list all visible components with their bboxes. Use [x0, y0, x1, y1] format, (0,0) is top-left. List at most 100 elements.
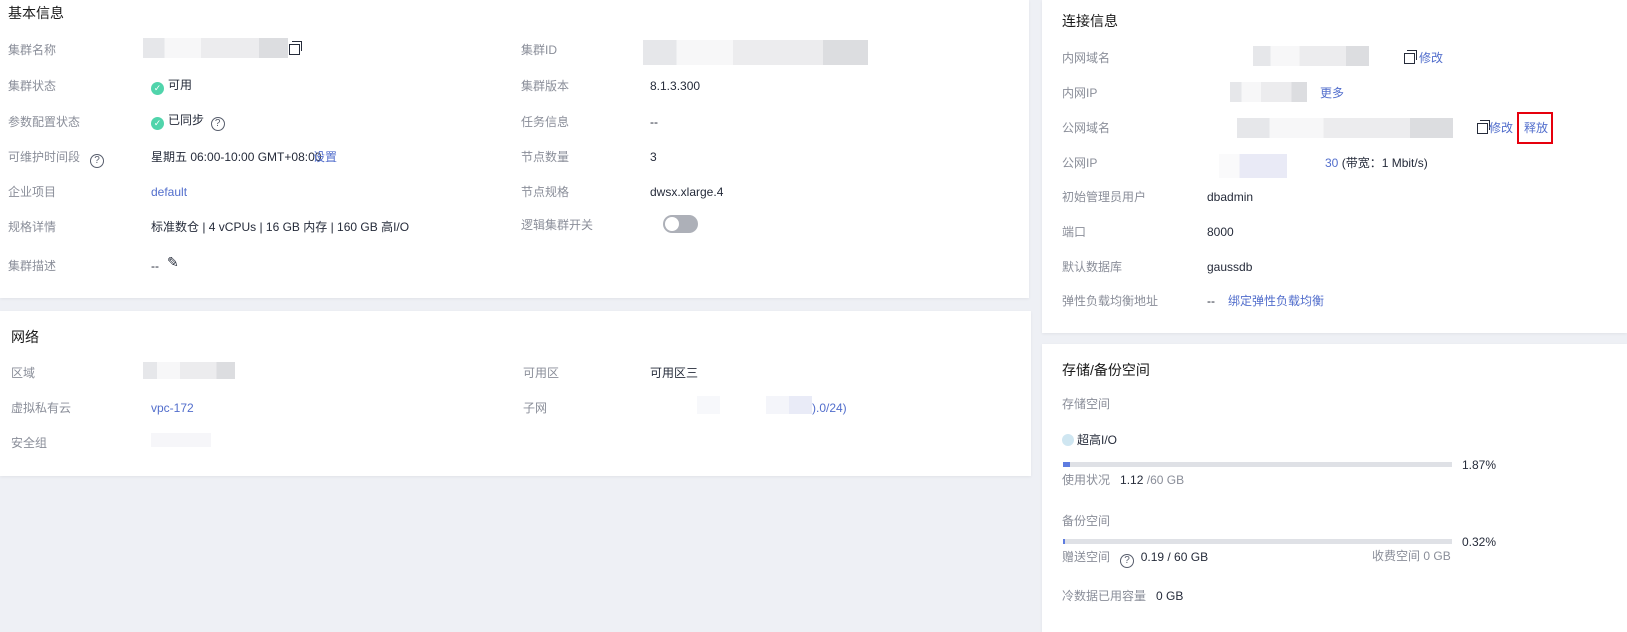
network-card: 网络 区域 可用区 可用区三 虚拟私有云 vpc-172 子网 ).0/24) … [0, 311, 1031, 476]
maint-set-link[interactable]: 设置 [313, 149, 337, 165]
az-value: 可用区三 [650, 366, 699, 380]
subnet-link[interactable]: ).0/24) [812, 400, 847, 416]
param-status-text: 已同步 [168, 113, 205, 127]
copy-icon[interactable] [1477, 120, 1491, 134]
backup-progress-fill [1063, 539, 1065, 544]
bandwidth-text: (带宽：1 Mbit/s) [1341, 156, 1428, 170]
cold-label: 冷数据已用容量 [1062, 589, 1147, 603]
free-value: 0.19 / 60 GB [1140, 550, 1209, 564]
cluster-status-text: 可用 [168, 78, 193, 92]
db-label: 默认数据库 [1062, 260, 1123, 274]
public-domain-redacted [1237, 118, 1453, 138]
more-link[interactable]: 更多 [1320, 85, 1344, 101]
usage-label: 使用状况 [1062, 473, 1111, 487]
help-icon[interactable]: ? [90, 154, 105, 168]
storage-type-text: 超高I/O [1077, 433, 1118, 447]
task-value: -- [650, 115, 658, 129]
bind-elb-link[interactable]: 绑定弹性负载均衡 [1228, 293, 1324, 309]
private-ip-redacted [1230, 82, 1307, 102]
param-status-label: 参数配置状态 [8, 115, 81, 129]
logical-cluster-toggle[interactable] [663, 215, 698, 233]
vpc-label: 虚拟私有云 [11, 401, 72, 415]
project-link[interactable]: default [151, 184, 187, 200]
check-circle-icon: ✓ [151, 117, 164, 130]
security-group-label: 安全组 [11, 436, 48, 450]
storage-progress-fill [1063, 462, 1071, 467]
public-domain-modify[interactable]: 修改 [1489, 120, 1513, 136]
public-ip-redacted [1219, 154, 1287, 178]
copy-icon[interactable] [289, 41, 302, 55]
version-value: 8.1.3.300 [650, 79, 701, 93]
admin-label: 初始管理员用户 [1062, 190, 1147, 204]
help-icon[interactable]: ? [210, 117, 225, 131]
paid-value: 0 GB [1423, 549, 1451, 563]
network-title: 网络 [11, 329, 39, 345]
cluster-id-label: 集群ID [521, 43, 558, 57]
connection-card: 连接信息 内网域名 修改 内网IP 更多 公网域名 修改 释放 公网IP 30 … [1042, 0, 1627, 333]
subnet-redacted [697, 396, 812, 414]
vpc-link[interactable]: vpc-172 [151, 400, 194, 416]
backup-percent: 0.32% [1462, 535, 1497, 549]
cluster-name-label: 集群名称 [8, 43, 57, 57]
paid-space: 收费空间 0 GB [1372, 548, 1451, 564]
task-label: 任务信息 [521, 115, 570, 129]
storage-space-label: 存储空间 [1062, 397, 1111, 411]
public-ip-value: 30 (带宽：1 Mbit/s) [1325, 155, 1428, 171]
maint-label-text: 可维护时间段 [8, 150, 81, 164]
public-ip-label: 公网IP [1062, 156, 1098, 170]
desc-label: 集群描述 [8, 259, 57, 273]
project-label: 企业项目 [8, 185, 57, 199]
copy-icon[interactable] [1404, 50, 1417, 64]
region-label: 区域 [11, 366, 36, 380]
check-circle-icon: ✓ [151, 82, 164, 95]
maint-label: 可维护时间段 ? [8, 149, 105, 168]
port-value: 8000 [1207, 225, 1234, 239]
region-redacted [143, 362, 235, 379]
cluster-status: ✓ 可用 [151, 77, 192, 95]
storage-card: 存储/备份空间 存储空间 超高I/O 1.87% 使用状况 1.12 /60 G… [1042, 344, 1627, 632]
storage-type: 超高I/O [1062, 432, 1117, 448]
basic-info-card: 基本信息 集群名称 集群状态 ✓ 可用 参数配置状态 ✓ 已同步 ? 可维护时间段 … [0, 0, 1029, 298]
security-group-redacted [151, 433, 211, 447]
maint-value: 星期五 06:00-10:00 GMT+08:00 [151, 150, 322, 164]
db-value: gaussdb [1207, 260, 1253, 274]
free-label: 赠送空间 [1062, 550, 1111, 564]
free-space: 赠送空间 ? 0.19 / 60 GB [1062, 549, 1208, 568]
subnet-label: 子网 [523, 401, 548, 415]
spec-label: 规格详情 [8, 220, 57, 234]
storage-progress-bar [1063, 462, 1452, 467]
backup-progress-bar [1063, 539, 1452, 544]
highlight-box [1517, 112, 1553, 144]
param-status: ✓ 已同步 ? [151, 112, 225, 131]
cluster-id-redacted [643, 40, 868, 65]
cluster-status-label: 集群状态 [8, 79, 57, 93]
storage-percent: 1.87% [1462, 458, 1497, 472]
private-domain-modify[interactable]: 修改 [1419, 50, 1443, 66]
connection-title: 连接信息 [1062, 13, 1118, 29]
private-ip-label: 内网IP [1062, 86, 1098, 100]
usage-total: /60 GB [1146, 473, 1185, 487]
cold-data: 冷数据已用容量 0 GB [1062, 588, 1183, 604]
spec-value: 标准数仓 | 4 vCPUs | 16 GB 内存 | 160 GB 高I/O [151, 220, 410, 234]
admin-value: dbadmin [1207, 190, 1254, 204]
private-domain-label: 内网域名 [1062, 51, 1111, 65]
edit-icon[interactable]: ✎ [167, 254, 179, 270]
nodes-value: 3 [650, 150, 657, 164]
paid-label: 收费空间 [1372, 549, 1421, 563]
port-label: 端口 [1062, 225, 1087, 239]
cluster-name-redacted [143, 38, 288, 58]
cold-value: 0 GB [1156, 589, 1184, 603]
elb-value: -- [1207, 294, 1215, 308]
usage: 使用状况 1.12 /60 GB [1062, 472, 1184, 488]
public-domain-label: 公网域名 [1062, 121, 1111, 135]
usage-used: 1.12 [1120, 473, 1144, 487]
public-ip-link[interactable]: 30 [1325, 156, 1338, 170]
storage-title: 存储/备份空间 [1062, 362, 1150, 378]
az-label: 可用区 [523, 366, 560, 380]
logical-cluster-label: 逻辑集群开关 [521, 218, 594, 232]
help-icon[interactable]: ? [1120, 554, 1135, 568]
node-spec-label: 节点规格 [521, 185, 570, 199]
basic-info-title: 基本信息 [8, 5, 64, 21]
desc-value: -- [151, 259, 159, 273]
version-label: 集群版本 [521, 79, 570, 93]
